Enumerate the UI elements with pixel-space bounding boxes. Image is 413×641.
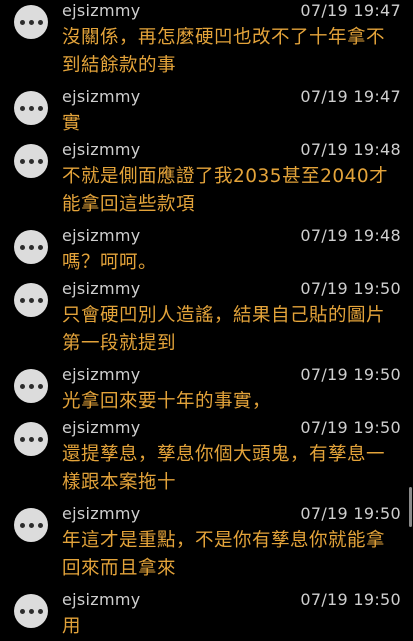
avatar-chat-bubble-dots-icon[interactable] <box>14 91 48 125</box>
comment-username[interactable]: ejsizmmy <box>62 364 141 386</box>
comment-username[interactable]: ejsizmmy <box>62 417 141 439</box>
comment-timestamp: 07/19 19:48 <box>300 226 401 245</box>
avatar-chat-bubble-dots-icon[interactable] <box>14 508 48 542</box>
comment-timestamp: 07/19 19:50 <box>300 279 401 298</box>
comment-timestamp: 07/19 19:48 <box>300 140 401 159</box>
comment-text: 光拿回來要十年的事實， <box>62 391 272 412</box>
avatar-chat-bubble-dots-icon[interactable] <box>14 594 48 628</box>
comment-username[interactable]: ejsizmmy <box>62 86 141 108</box>
avatar-chat-bubble-dots-icon[interactable] <box>14 369 48 403</box>
comment-text: 沒關係，再怎麼硬凹也改不了十年拿不到結餘款的事 <box>62 27 386 76</box>
scrollbar-thumb[interactable] <box>409 487 412 527</box>
comment-username[interactable]: ejsizmmy <box>62 225 141 247</box>
comment-timestamp: 07/19 19:50 <box>300 590 401 609</box>
avatar-chat-bubble-dots-icon[interactable] <box>14 144 48 178</box>
comment-username[interactable]: ejsizmmy <box>62 278 141 300</box>
comment-text: 年這才是重點，不是你有孳息你就能拿回來而且拿來 <box>62 530 386 579</box>
comment-text: 嗎？呵呵。 <box>62 252 158 273</box>
comment-text: 只會硬凹別人造謠，結果自己貼的圖片第一段就提到 <box>62 305 386 354</box>
comment-username[interactable]: ejsizmmy <box>62 139 141 161</box>
avatar-chat-bubble-dots-icon[interactable] <box>14 230 48 264</box>
comment-text: 還提孳息，孳息你個大頭鬼，有孳息一樣跟本案拖十 <box>62 444 386 493</box>
comment-text: 不就是側面應證了我2035甚至2040才能拿回這些款項 <box>62 166 389 215</box>
avatar-chat-bubble-dots-icon[interactable] <box>14 283 48 317</box>
comment-username[interactable]: ejsizmmy <box>62 0 141 22</box>
avatar-chat-bubble-dots-icon[interactable] <box>14 5 48 39</box>
comment-timestamp: 07/19 19:47 <box>300 1 401 20</box>
comment-timestamp: 07/19 19:50 <box>300 365 401 384</box>
comment-text: 實 <box>62 113 82 134</box>
comment-username[interactable]: ejsizmmy <box>62 589 141 611</box>
comment-timestamp: 07/19 19:47 <box>300 87 401 106</box>
comment-timestamp: 07/19 19:50 <box>300 504 401 523</box>
comment-username[interactable]: ejsizmmy <box>62 503 141 525</box>
comment-timestamp: 07/19 19:50 <box>300 418 401 437</box>
avatar-chat-bubble-dots-icon[interactable] <box>14 422 48 456</box>
comment-text: 用 <box>62 616 82 637</box>
